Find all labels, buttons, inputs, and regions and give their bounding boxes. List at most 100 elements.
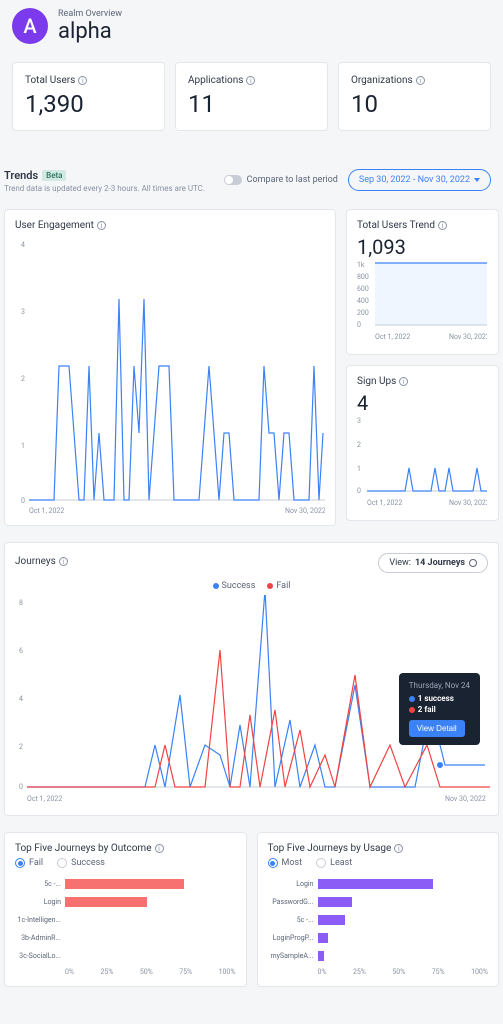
bar-row: Login <box>15 894 236 910</box>
bar-fill <box>318 915 345 925</box>
info-icon[interactable]: i <box>246 76 255 85</box>
info-icon[interactable]: i <box>78 76 87 85</box>
bar-label: LoginProgP... <box>268 934 318 942</box>
bar-label: 5c -... <box>15 880 65 888</box>
realm-avatar: A <box>12 8 48 44</box>
bar-row: 1c-Intelligen... <box>15 912 236 928</box>
journeys-card: Journeysi View: 14 Journeys Success Fail… <box>4 542 499 816</box>
signups-chart[interactable]: 3 2 1 0 Oct 1, 2022 Nov 30, 2022 <box>357 415 487 510</box>
bar-fill <box>318 897 352 907</box>
bar-label: Login <box>268 880 318 888</box>
beta-badge: Beta <box>42 170 66 181</box>
radio-success[interactable]: Success <box>57 858 105 868</box>
trends-title: Trends <box>4 169 38 182</box>
svg-text:Oct 1, 2022: Oct 1, 2022 <box>27 795 62 803</box>
svg-text:Oct 1, 2022: Oct 1, 2022 <box>375 333 410 341</box>
radio-most[interactable]: Most <box>268 858 303 868</box>
total-users-trend-chart[interactable]: 1k 800 600 400 200 0 Oct 1, 2022 Nov 30,… <box>357 259 487 344</box>
bar-fill <box>65 897 147 907</box>
svg-text:Oct 1, 2022: Oct 1, 2022 <box>29 507 64 515</box>
bar-label: 1c-Intelligen... <box>15 916 65 924</box>
bar-row: PasswordG... <box>268 894 489 910</box>
svg-text:0: 0 <box>357 487 361 495</box>
bar-row: Login <box>268 876 489 892</box>
engagement-chart[interactable]: 4 3 2 1 0 Oct 1, 2022 Nov 30, 2022 <box>15 235 325 515</box>
stat-card-apps: Applicationsi 11 <box>175 62 328 131</box>
journeys-legend: Success Fail <box>15 581 488 591</box>
svg-text:1: 1 <box>21 442 25 450</box>
chart-title: Top Five Journeys by Usage <box>268 843 392 854</box>
stat-label: Organizations <box>351 75 413 86</box>
info-icon[interactable]: i <box>97 221 106 230</box>
svg-text:2: 2 <box>357 441 361 449</box>
svg-text:8: 8 <box>19 599 23 607</box>
bar-label: PasswordG... <box>268 898 318 906</box>
info-icon[interactable]: i <box>399 377 408 386</box>
bar-label: 3c-SocialLo... <box>15 952 65 960</box>
svg-text:1k: 1k <box>357 261 365 269</box>
svg-text:0: 0 <box>19 783 23 791</box>
signups-value: 4 <box>357 391 488 415</box>
compare-toggle[interactable]: Compare to last period <box>224 175 338 185</box>
page-title: alpha <box>58 19 122 44</box>
bar-row: mySampleA... <box>268 948 489 964</box>
bar-label: Login <box>15 898 65 906</box>
bar-row: 5c -... <box>15 876 236 892</box>
stat-value: 11 <box>188 90 315 118</box>
chart-title: User Engagement <box>15 220 94 231</box>
info-icon[interactable]: i <box>59 557 68 566</box>
svg-text:3: 3 <box>357 417 361 425</box>
info-icon[interactable]: i <box>155 844 164 853</box>
radio-least[interactable]: Least <box>316 858 352 868</box>
date-range-picker[interactable]: Sep 30, 2022 - Nov 30, 2022 <box>348 169 491 191</box>
outcome-bar-chart[interactable]: 5c -... Login 1c-Intelligen... 3b-AdminR...… <box>15 876 236 964</box>
top-usage-card: Top Five Journeys by Usagei Most Least L… <box>257 832 500 987</box>
svg-text:Nov 30, 2022: Nov 30, 2022 <box>449 333 487 341</box>
stat-row: Total Usersi 1,390 Applicationsi 11 Orga… <box>0 52 503 141</box>
svg-text:4: 4 <box>21 241 25 249</box>
bar-fill <box>65 879 184 889</box>
svg-text:0: 0 <box>21 497 25 505</box>
bar-row: LoginProgP... <box>268 930 489 946</box>
signups-card: Sign Upsi 4 3 2 1 0 Oct 1, 2022 Nov 30, … <box>346 365 499 521</box>
bar-label: mySampleA... <box>268 952 318 960</box>
svg-text:2: 2 <box>19 743 23 751</box>
stat-card-users: Total Usersi 1,390 <box>12 62 165 131</box>
svg-text:4: 4 <box>19 695 23 703</box>
usage-bar-chart[interactable]: Login PasswordG... 5c -... LoginProgP... myS… <box>268 876 489 964</box>
view-detail-button[interactable]: View Detail <box>409 720 465 737</box>
bar-row: 3c-SocialLo... <box>15 948 236 964</box>
radio-fail[interactable]: Fail <box>15 858 43 868</box>
bar-fill <box>318 879 434 889</box>
page-header: A Realm Overview alpha <box>0 0 503 52</box>
stat-value: 10 <box>351 90 478 118</box>
trends-header: Trends Beta Trend data is updated every … <box>0 141 503 201</box>
total-users-trend-value: 1,093 <box>357 235 488 259</box>
bar-fill <box>318 933 328 943</box>
top-outcome-card: Top Five Journeys by Outcomei Fail Succe… <box>4 832 247 987</box>
toggle-icon <box>224 175 242 185</box>
svg-text:600: 600 <box>357 285 369 293</box>
stat-label: Applications <box>188 75 243 86</box>
view-journeys-button[interactable]: View: 14 Journeys <box>378 553 488 573</box>
svg-text:3: 3 <box>21 308 25 316</box>
chart-title: Total Users Trend <box>357 220 435 231</box>
svg-text:6: 6 <box>19 647 23 655</box>
info-icon[interactable]: i <box>416 76 425 85</box>
bar-row: 5c -... <box>268 912 489 928</box>
bar-fill <box>318 951 325 961</box>
total-users-trend-card: Total Users Trendi 1,093 1k 800 600 400 … <box>346 209 499 355</box>
info-icon[interactable]: i <box>394 844 403 853</box>
info-icon[interactable]: i <box>438 221 447 230</box>
trends-subtitle: Trend data is updated every 2-3 hours. A… <box>4 184 205 193</box>
journeys-tooltip: Thursday, Nov 24 1 success 2 fail View D… <box>399 673 480 745</box>
engagement-chart-card: User Engagementi 4 3 2 1 0 Oct 1, 2022 N… <box>4 209 336 526</box>
svg-text:Nov 30, 2022: Nov 30, 2022 <box>449 499 487 507</box>
svg-text:Nov 30, 2022: Nov 30, 2022 <box>445 795 486 803</box>
svg-text:0: 0 <box>357 321 361 329</box>
gear-icon <box>469 559 477 567</box>
bar-row: 3b-AdminR... <box>15 930 236 946</box>
stat-card-orgs: Organizationsi 10 <box>338 62 491 131</box>
tooltip-date: Thursday, Nov 24 <box>409 681 470 690</box>
header-subtitle: Realm Overview <box>58 9 122 19</box>
